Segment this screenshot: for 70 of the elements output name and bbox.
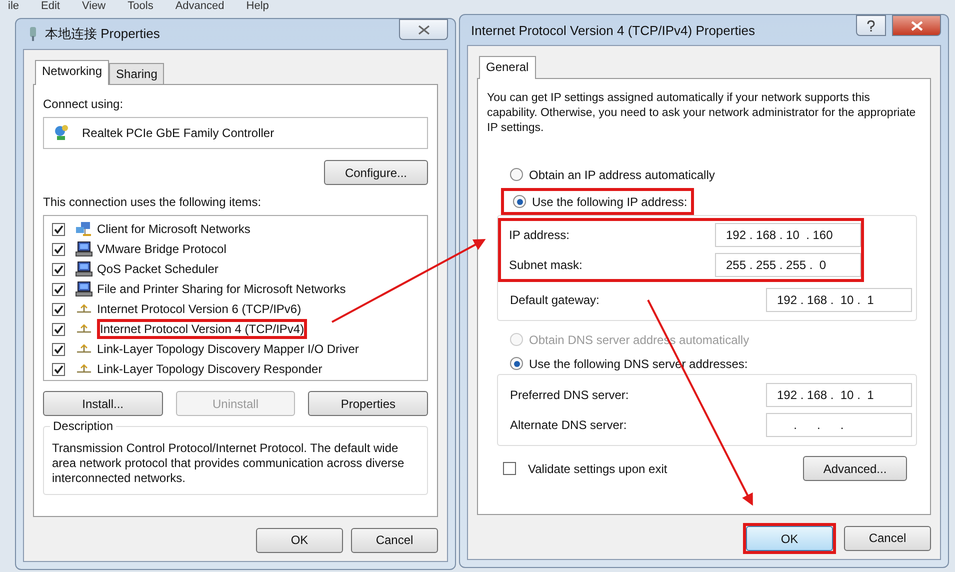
checkbox[interactable]	[52, 302, 65, 316]
radio-button[interactable]	[513, 195, 526, 208]
computer-icon	[75, 261, 93, 277]
menu-item[interactable]: Edit	[41, 0, 60, 14]
checkbox[interactable]	[52, 222, 65, 236]
close-button[interactable]	[892, 15, 941, 36]
computer-icon	[75, 241, 93, 257]
checkbox[interactable]	[52, 282, 65, 296]
window-title: 本地连接 Properties	[45, 25, 160, 43]
checkbox[interactable]	[503, 462, 516, 475]
menu-item[interactable]: Tools	[128, 0, 154, 14]
ip-address-field[interactable]: 192 . 168 . 10 . 160	[715, 223, 861, 247]
ip-address-field[interactable]: . . .	[766, 413, 912, 437]
tab[interactable]: General	[479, 56, 536, 79]
adapter-name: Realtek PCIe GbE Family Controller	[82, 126, 274, 140]
ip-address-field[interactable]: 192 . 168 . 10 . 1	[766, 383, 912, 407]
field-label: Default gateway:	[510, 293, 600, 307]
close-icon	[910, 20, 922, 30]
window-title: Internet Protocol Version 4 (TCP/IPv4) Properties	[471, 22, 755, 38]
radio-button[interactable]	[510, 168, 523, 181]
field-label: Alternate DNS server:	[510, 418, 627, 432]
dialog-button[interactable]: Properties	[308, 391, 428, 416]
list-item[interactable]: File and Printer Sharing for Microsoft Networks	[97, 282, 346, 296]
network-client-icon	[75, 221, 93, 237]
dialog-button[interactable]: Configure...	[324, 160, 428, 185]
network-adapter-icon	[52, 124, 70, 142]
dialog-button[interactable]: OK	[256, 528, 343, 552]
list-item[interactable]: Link-Layer Topology Discovery Responder	[97, 362, 322, 376]
list-item[interactable]: Link-Layer Topology Discovery Mapper I/O Driver	[97, 342, 359, 356]
intro-text: You can get IP settings assigned automatically if your network supports this capability. Otherwise, you need to ask your network administrator for the appropriate IP settings.	[487, 91, 917, 136]
menu-item[interactable]: Help	[246, 0, 269, 14]
menu-item[interactable]: View	[82, 0, 106, 14]
radio-button[interactable]	[510, 357, 523, 370]
close-icon	[418, 24, 430, 34]
description-text: Transmission Control Protocol/Internet Protocol. The default wide area network protocol that provides communication across diverse interconnected networks.	[52, 441, 406, 486]
dialog-button[interactable]: Advanced...	[803, 456, 907, 481]
close-button[interactable]	[399, 19, 448, 40]
field-label: Preferred DNS server:	[510, 388, 629, 402]
list-item[interactable]: QoS Packet Scheduler	[97, 262, 218, 276]
checkbox[interactable]	[52, 242, 65, 256]
list-item[interactable]: VMware Bridge Protocol	[97, 242, 226, 256]
list-item[interactable]: Client for Microsoft Networks	[97, 222, 250, 236]
ip-address-field[interactable]: 192 . 168 . 10 . 1	[766, 288, 912, 312]
computer-icon	[75, 281, 93, 297]
ip-address-field[interactable]: 255 . 255 . 255 . 0	[715, 253, 861, 277]
list-item[interactable]: Internet Protocol Version 6 (TCP/IPv6)	[97, 302, 302, 316]
dialog-button[interactable]: Cancel	[844, 526, 931, 550]
checkbox[interactable]	[52, 262, 65, 276]
tab[interactable]: Sharing	[109, 63, 164, 84]
menu-item[interactable]: Advanced	[175, 0, 224, 14]
dialog-button[interactable]: Install...	[43, 391, 163, 416]
dialog-button[interactable]: OK	[746, 526, 833, 551]
list-item[interactable]: Internet Protocol Version 4 (TCP/IPv4)	[100, 322, 304, 336]
question-mark-icon	[866, 20, 876, 32]
radio-label: Obtain an IP address automatically	[529, 168, 715, 182]
connector-icon	[27, 26, 39, 42]
checkbox[interactable]	[52, 322, 65, 336]
help-button[interactable]	[856, 15, 886, 36]
checkbox[interactable]	[52, 362, 65, 376]
group-title: Description	[50, 419, 116, 433]
checkbox[interactable]	[52, 342, 65, 356]
section-label: This connection uses the following items:	[43, 195, 262, 209]
field-label: IP address:	[509, 228, 570, 242]
section-label: Connect using:	[43, 97, 124, 111]
checkbox-label: Validate settings upon exit	[528, 462, 668, 476]
dialog-button[interactable]: Cancel	[351, 528, 438, 552]
field-label: Subnet mask:	[509, 258, 582, 272]
tab[interactable]: Networking	[35, 60, 110, 85]
radio-label: Use the following IP address:	[532, 194, 688, 208]
menu-item[interactable]: ile	[8, 0, 20, 14]
